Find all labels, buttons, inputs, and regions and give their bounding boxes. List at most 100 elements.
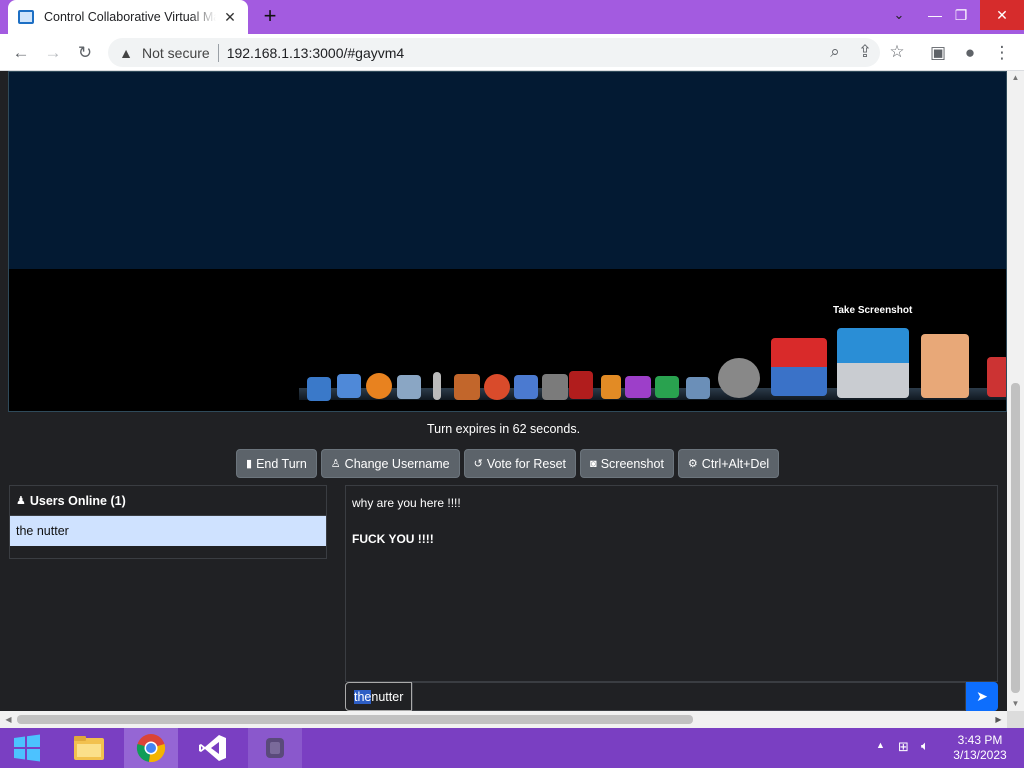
tab-search-chevron-icon[interactable]: ⌄ [882,0,916,30]
restore-button[interactable]: ❐ [944,0,978,30]
back-arrow-icon[interactable]: ← [8,40,34,66]
finder-icon[interactable] [337,374,361,398]
chrome-icon [136,734,166,763]
windows-logo-icon [14,734,40,762]
end-turn-button[interactable]: ▮ End Turn [236,449,317,478]
volume-icon[interactable]: 🔈︎ [921,738,929,754]
send-button[interactable]: ➤ [966,682,998,711]
username-rest: nutter [371,689,404,704]
scroll-up-arrow-icon[interactable]: ▲ [1007,71,1024,85]
network-icon[interactable]: ⊞ [898,739,909,755]
chat-message: why are you here !!!! [352,496,461,510]
scroll-right-arrow-icon[interactable]: ▶ [990,711,1007,728]
taskbar-clock[interactable]: 3:43 PM 3/13/2023 [948,733,1012,763]
visual-studio-taskbar-button[interactable] [186,728,240,768]
screenshot-label: Screenshot [600,456,664,471]
camera-button-icon: ◙ [590,457,597,470]
movie-star-icon[interactable] [542,374,568,400]
user-icon: ♟ [16,495,26,507]
forward-arrow-icon[interactable]: → [40,40,66,66]
chat-message: FUCK YOU !!!! [352,532,434,546]
gear-icon: ⚙ [687,458,698,470]
users-online-title: Users Online (1) [29,493,126,508]
change-username-label: Change Username [344,456,450,471]
microphone-icon[interactable] [433,372,441,400]
scroll-down-arrow-icon[interactable]: ▼ [1007,697,1024,711]
chat-input[interactable] [412,682,966,711]
tab-title: Control Collaborative Virtual Machine [44,10,216,24]
close-window-button[interactable]: ✕ [980,0,1024,30]
vertical-scrollbar[interactable]: ▲ ▼ [1007,71,1024,711]
app-icon [266,738,284,758]
scroll-left-arrow-icon[interactable]: ◀ [0,711,17,728]
utility-icon[interactable] [987,357,1006,397]
camera-icon[interactable] [837,328,909,398]
anchor-icon[interactable] [307,377,331,401]
zoom-icon[interactable]: ⌕ [822,39,848,65]
start-button[interactable] [0,728,54,768]
warning-icon[interactable]: ▲ [118,45,134,61]
clock-time: 3:43 PM [957,733,1003,747]
folder-icon [74,736,104,760]
vote-reset-button[interactable]: ↺ Vote for Reset [463,449,577,478]
tetris-icon[interactable] [771,338,827,396]
mahjong-icon[interactable] [921,334,969,398]
vm-controls: ▮ End Turn ♙ Change Username ↺ Vote for … [236,449,780,478]
page-content: Take Screenshot Turn expires in 62 secon… [0,71,1007,711]
close-tab-icon[interactable]: ✕ [222,9,238,25]
screenshot-button[interactable]: ◙ Screenshot [580,449,674,478]
chrome-taskbar-button[interactable] [124,728,178,768]
horizontal-scrollbar[interactable]: ◀ ▶ [0,711,1007,728]
app-taskbar-button[interactable] [248,728,302,768]
user-edit-icon: ♙ [330,458,341,470]
vertical-scroll-thumb[interactable] [1011,383,1020,693]
user-list-item[interactable]: the nutter [10,516,326,546]
browser-tab[interactable]: Control Collaborative Virtual Machine ✕ [8,0,248,34]
photo-icon[interactable] [454,374,480,400]
vm-display[interactable]: Take Screenshot [8,71,1007,412]
film-icon[interactable] [514,375,538,399]
profile-avatar-icon[interactable]: ● [957,40,983,66]
chat-input-row: the nutter ➤ [345,682,998,711]
reload-icon[interactable]: ↻ [72,40,98,66]
firefox-icon[interactable] [366,373,392,399]
url-text[interactable]: 192.168.1.13:3000/#gayvm4 [227,45,404,61]
paper-plane-icon: ➤ [976,688,988,704]
burner-icon[interactable] [484,374,510,400]
chat-username-label: the nutter [345,682,413,711]
app-l-icon[interactable] [655,376,679,398]
bookmark-star-icon[interactable]: ☆ [884,39,910,65]
tray-chevron-icon[interactable]: ▲ [876,740,885,750]
undo-icon: ↺ [473,458,483,470]
scroll-corner [1007,711,1024,728]
security-status[interactable]: Not secure [142,45,210,61]
new-tab-button[interactable]: + [258,5,282,29]
app-w-icon[interactable] [625,376,651,398]
chat-messages: why are you here !!!! FUCK YOU !!!! [345,485,998,682]
change-username-button[interactable]: ♙ Change Username [320,449,460,478]
kebab-menu-icon[interactable]: ⋮ [989,40,1015,66]
visual-studio-icon [199,735,226,761]
monitor-icon [18,10,34,24]
address-bar[interactable]: ▲ Not secure 192.168.1.13:3000/#gayvm4 ⌕… [108,38,905,67]
ctrl-alt-del-button[interactable]: ⚙ Ctrl+Alt+Del [677,449,780,478]
divider [217,43,219,62]
vm-desktop-background [9,72,1006,269]
horizontal-scroll-thumb[interactable] [17,715,693,724]
clock-date: 3/13/2023 [953,748,1007,762]
turn-timer: Turn expires in 62 seconds. [426,422,581,436]
monitor-app-icon[interactable] [686,377,710,399]
end-turn-label: End Turn [256,456,307,471]
browser-toolbar: ← → ↻ ▲ Not secure 192.168.1.13:3000/#ga… [0,34,1024,71]
file-explorer-taskbar-button[interactable] [62,728,116,768]
video-icon[interactable] [569,371,593,399]
side-panel-icon[interactable]: ▣ [925,40,951,66]
share-icon[interactable]: ⇪ [852,39,878,65]
browser-titlebar: Control Collaborative Virtual Machine ✕ … [0,0,1024,34]
speaker-icon[interactable] [718,358,760,398]
ctrl-alt-del-label: Ctrl+Alt+Del [701,456,770,471]
mouse-icon: ▮ [246,458,253,470]
mail-icon[interactable] [397,375,421,399]
dock-tooltip: Take Screenshot [833,305,913,316]
app-p-icon[interactable] [601,375,621,399]
